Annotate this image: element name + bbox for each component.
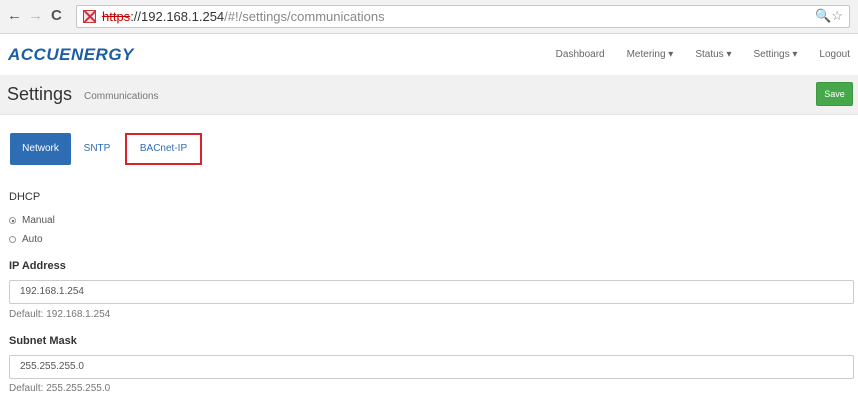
save-button[interactable]: Save — [816, 82, 853, 106]
dhcp-auto-label: Auto — [22, 234, 43, 245]
url-host: ://192.168.1.254 — [130, 9, 225, 24]
forward-arrow-icon[interactable]: → — [28, 8, 43, 24]
magnifier-icon[interactable]: 🔍 — [815, 8, 831, 23]
page-header: Settings Communications Save — [0, 75, 858, 115]
insecure-lock-icon[interactable] — [83, 10, 96, 23]
subnet-mask-label: Subnet Mask — [9, 335, 77, 347]
main-menu: Dashboard Metering ▾ Status ▾ Settings ▾… — [534, 49, 850, 60]
url-text[interactable]: https://192.168.1.254/#!/settings/commun… — [102, 9, 385, 24]
radio-checked-icon[interactable] — [9, 217, 16, 224]
ip-address-input[interactable]: 192.168.1.254 — [9, 280, 854, 304]
page-subtitle: Communications — [84, 91, 159, 102]
tab-network[interactable]: Network — [10, 133, 71, 165]
menu-item-metering[interactable]: Metering ▾ — [627, 49, 674, 60]
brand-logo[interactable]: ACCUENERGY — [8, 45, 134, 65]
menu-item-dashboard[interactable]: Dashboard — [556, 49, 605, 60]
url-scheme: https — [102, 9, 131, 24]
ip-address-default: Default: 192.168.1.254 — [9, 309, 111, 320]
reload-icon[interactable]: C — [51, 8, 62, 24]
ip-address-label: IP Address — [9, 260, 66, 272]
subnet-mask-default: Default: 255.255.255.0 — [9, 383, 111, 394]
app-navbar: ACCUENERGY Dashboard Metering ▾ Status ▾… — [0, 35, 858, 75]
dhcp-manual-radio[interactable]: Manual — [9, 215, 55, 226]
menu-item-status[interactable]: Status ▾ — [695, 49, 731, 60]
star-icon[interactable]: ☆ — [831, 8, 843, 23]
subnet-mask-input[interactable]: 255.255.255.0 — [9, 355, 854, 379]
dhcp-manual-label: Manual — [22, 215, 55, 226]
dhcp-auto-radio[interactable]: Auto — [9, 234, 43, 245]
url-path: /#!/settings/communications — [224, 9, 385, 24]
tab-bacnet-ip[interactable]: BACnet-IP — [125, 133, 202, 165]
tab-sntp[interactable]: SNTP — [79, 133, 115, 165]
radio-unchecked-icon[interactable] — [9, 236, 16, 243]
page-title: Settings — [7, 84, 73, 104]
address-bar[interactable]: https://192.168.1.254/#!/settings/commun… — [76, 5, 850, 28]
menu-item-settings[interactable]: Settings ▾ — [753, 49, 797, 60]
dhcp-label: DHCP — [9, 191, 41, 203]
back-arrow-icon[interactable]: ← — [7, 8, 22, 24]
browser-toolbar: ← → C https://192.168.1.254/#!/settings/… — [0, 0, 858, 34]
menu-item-logout[interactable]: Logout — [819, 49, 850, 60]
